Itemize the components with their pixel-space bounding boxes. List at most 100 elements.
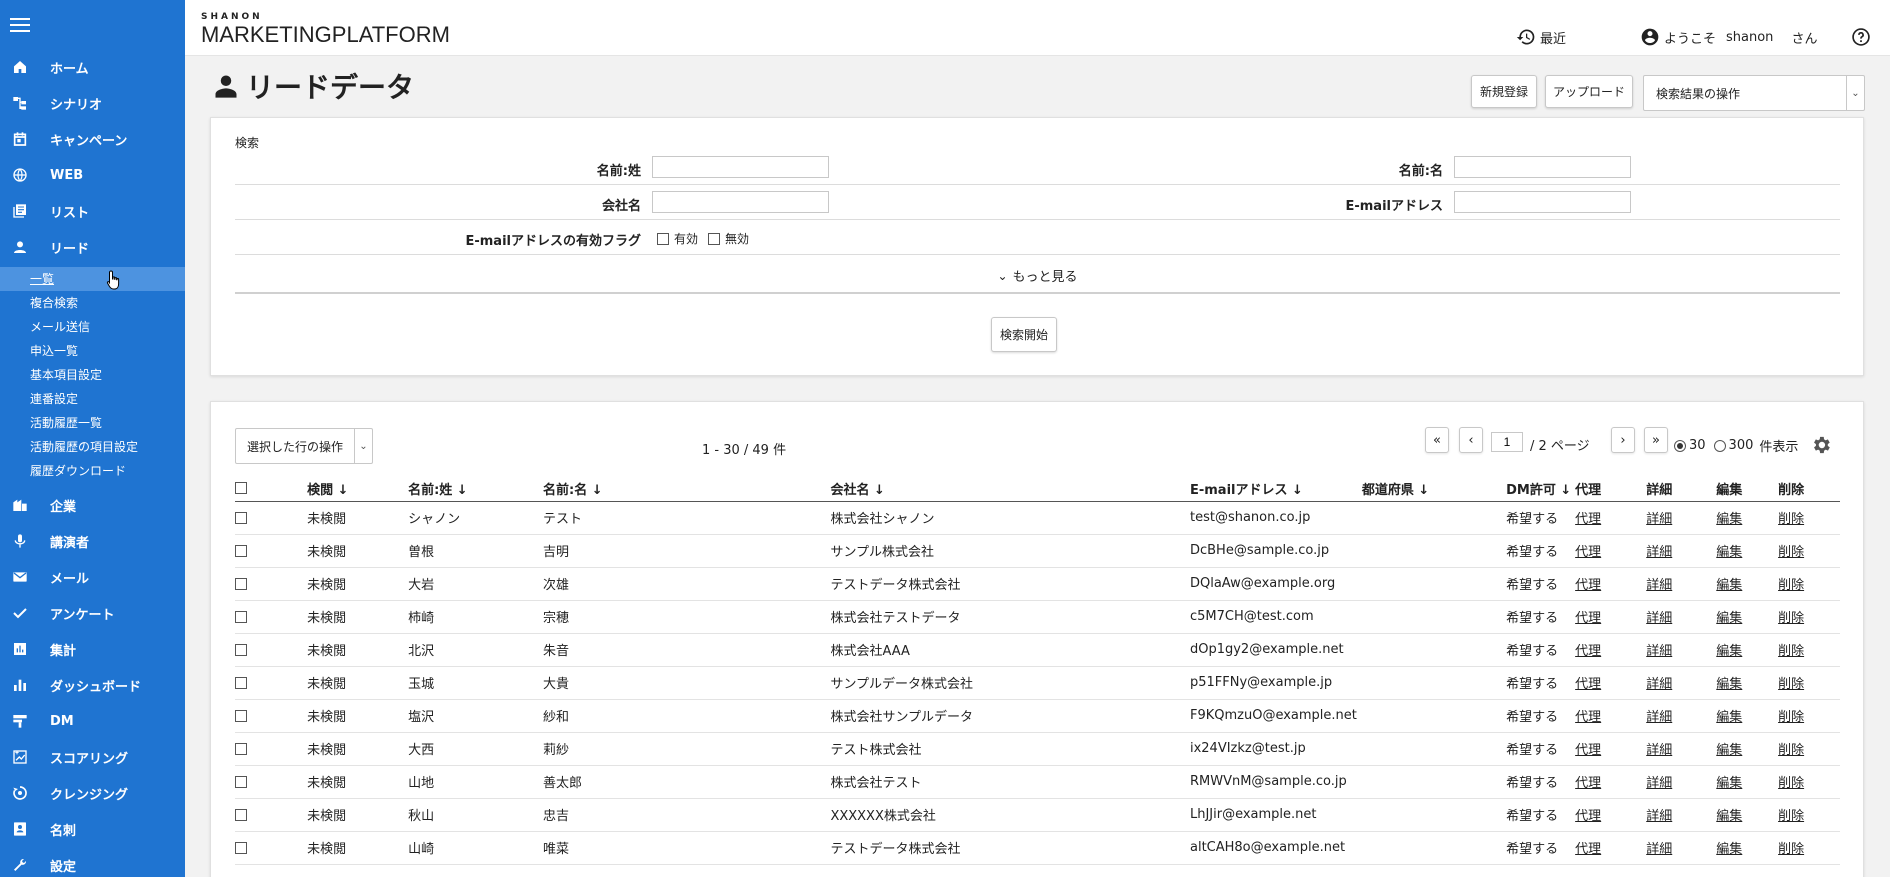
sidebar-item-globe[interactable]: WEB	[0, 157, 185, 193]
delete-link[interactable]: 削除	[1778, 710, 1804, 725]
row-checkbox[interactable]	[235, 709, 247, 722]
help-button[interactable]	[1851, 27, 1875, 47]
detail-link[interactable]: 詳細	[1646, 644, 1672, 659]
detail-link[interactable]: 詳細	[1646, 743, 1672, 758]
size-30-radio[interactable]	[1674, 439, 1686, 452]
edit-link[interactable]: 編集	[1716, 809, 1742, 824]
sidebar-item-dm[interactable]: DM	[0, 703, 185, 739]
proxy-link[interactable]: 代理	[1575, 644, 1601, 659]
next-page-button[interactable]: ›	[1611, 427, 1635, 453]
sidebar-subitem[interactable]: 履歴ダウンロード	[0, 459, 185, 483]
last-name-input[interactable]	[652, 156, 829, 178]
column-header[interactable]: E-mailアドレス ↓	[1189, 476, 1362, 502]
delete-link[interactable]: 削除	[1778, 842, 1804, 857]
detail-link[interactable]: 詳細	[1646, 545, 1672, 560]
row-checkbox[interactable]	[235, 610, 247, 623]
delete-link[interactable]: 削除	[1778, 512, 1804, 527]
sidebar-subitem[interactable]: メール送信	[0, 315, 185, 339]
sidebar-item-wrench[interactable]: 設定	[0, 847, 185, 877]
row-checkbox[interactable]	[235, 676, 247, 689]
column-header[interactable]: 都道府県 ↓	[1361, 476, 1507, 502]
sidebar-item-bar-chart[interactable]: ダッシュボード	[0, 667, 185, 703]
sidebar-item-report[interactable]: 集計	[0, 631, 185, 667]
sidebar-item-scoring[interactable]: スコアリング	[0, 739, 185, 775]
show-more-toggle[interactable]: ⌄ もっと見る	[235, 259, 1840, 294]
delete-link[interactable]: 削除	[1778, 611, 1804, 626]
proxy-link[interactable]: 代理	[1575, 578, 1601, 593]
column-header[interactable]: 会社名 ↓	[830, 476, 1190, 502]
detail-link[interactable]: 詳細	[1646, 512, 1672, 527]
first-page-button[interactable]: «	[1425, 427, 1449, 453]
proxy-link[interactable]: 代理	[1575, 545, 1601, 560]
delete-link[interactable]: 削除	[1778, 644, 1804, 659]
row-checkbox[interactable]	[235, 775, 247, 788]
delete-link[interactable]: 削除	[1778, 776, 1804, 791]
sidebar-subitem[interactable]: 複合検索	[0, 291, 185, 315]
delete-link[interactable]: 削除	[1778, 743, 1804, 758]
page-number-input[interactable]	[1491, 432, 1523, 452]
sidebar-subitem[interactable]: 基本項目設定	[0, 363, 185, 387]
sidebar-subitem[interactable]: 活動履歴の項目設定	[0, 435, 185, 459]
sidebar-item-mic[interactable]: 講演者	[0, 523, 185, 559]
proxy-link[interactable]: 代理	[1575, 776, 1601, 791]
detail-link[interactable]: 詳細	[1646, 578, 1672, 593]
detail-link[interactable]: 詳細	[1646, 677, 1672, 692]
edit-link[interactable]: 編集	[1716, 545, 1742, 560]
last-page-button[interactable]: »	[1644, 427, 1668, 453]
proxy-link[interactable]: 代理	[1575, 809, 1601, 824]
detail-link[interactable]: 詳細	[1646, 611, 1672, 626]
valid-checkbox[interactable]	[657, 232, 669, 245]
sidebar-item-calendar[interactable]: キャンペーン	[0, 121, 185, 157]
sidebar-subitem[interactable]: 一覧	[0, 267, 185, 291]
proxy-link[interactable]: 代理	[1575, 743, 1601, 758]
row-checkbox[interactable]	[235, 841, 247, 854]
column-header[interactable]: 名前:姓 ↓	[408, 476, 544, 502]
proxy-link[interactable]: 代理	[1575, 710, 1601, 725]
row-checkbox[interactable]	[235, 577, 247, 590]
row-checkbox[interactable]	[235, 544, 247, 557]
sidebar-item-list[interactable]: リスト	[0, 193, 185, 229]
delete-link[interactable]: 削除	[1778, 809, 1804, 824]
sidebar-item-card[interactable]: 名刺	[0, 811, 185, 847]
edit-link[interactable]: 編集	[1716, 710, 1742, 725]
first-name-input[interactable]	[1454, 156, 1631, 178]
detail-link[interactable]: 詳細	[1646, 842, 1672, 857]
prev-page-button[interactable]: ‹	[1459, 427, 1483, 453]
column-header[interactable]: DM許可 ↓	[1506, 476, 1576, 502]
row-checkbox[interactable]	[235, 808, 247, 821]
sidebar-item-home[interactable]: ホーム	[0, 49, 185, 85]
search-submit-button[interactable]: 検索開始	[991, 317, 1057, 352]
menu-icon[interactable]	[10, 18, 30, 34]
detail-link[interactable]: 詳細	[1646, 776, 1672, 791]
sidebar-item-cleansing[interactable]: クレンジング	[0, 775, 185, 811]
sidebar-item-scenario[interactable]: シナリオ	[0, 85, 185, 121]
edit-link[interactable]: 編集	[1716, 512, 1742, 527]
edit-link[interactable]: 編集	[1716, 743, 1742, 758]
row-checkbox[interactable]	[235, 511, 247, 524]
size-300-radio[interactable]	[1713, 439, 1726, 452]
sidebar-item-check[interactable]: アンケート	[0, 595, 185, 631]
edit-link[interactable]: 編集	[1716, 644, 1742, 659]
recent-link[interactable]: 最近	[1516, 27, 1566, 47]
row-checkbox[interactable]	[235, 643, 247, 656]
delete-link[interactable]: 削除	[1778, 578, 1804, 593]
column-header[interactable]: 名前:名 ↓	[543, 476, 831, 502]
sidebar-subitem[interactable]: 申込一覧	[0, 339, 185, 363]
column-header[interactable]: 検閲 ↓	[307, 476, 409, 502]
proxy-link[interactable]: 代理	[1575, 512, 1601, 527]
proxy-link[interactable]: 代理	[1575, 677, 1601, 692]
upload-button[interactable]: アップロード	[1545, 75, 1633, 108]
sidebar-item-mail[interactable]: メール	[0, 559, 185, 595]
search-results-ops-select[interactable]: 検索結果の操作 ⌄	[1643, 75, 1865, 111]
new-button[interactable]: 新規登録	[1471, 75, 1537, 108]
sidebar-item-person[interactable]: リード	[0, 229, 185, 265]
select-all-checkbox[interactable]	[235, 482, 247, 495]
user-menu[interactable]: ようこそ shanon さん	[1640, 27, 1817, 47]
invalid-checkbox[interactable]	[708, 232, 721, 245]
proxy-link[interactable]: 代理	[1575, 611, 1601, 626]
edit-link[interactable]: 編集	[1716, 611, 1742, 626]
detail-link[interactable]: 詳細	[1646, 809, 1672, 824]
gear-icon[interactable]	[1810, 434, 1832, 456]
sidebar-subitem[interactable]: 活動履歴一覧	[0, 411, 185, 435]
email-input[interactable]	[1454, 191, 1631, 213]
